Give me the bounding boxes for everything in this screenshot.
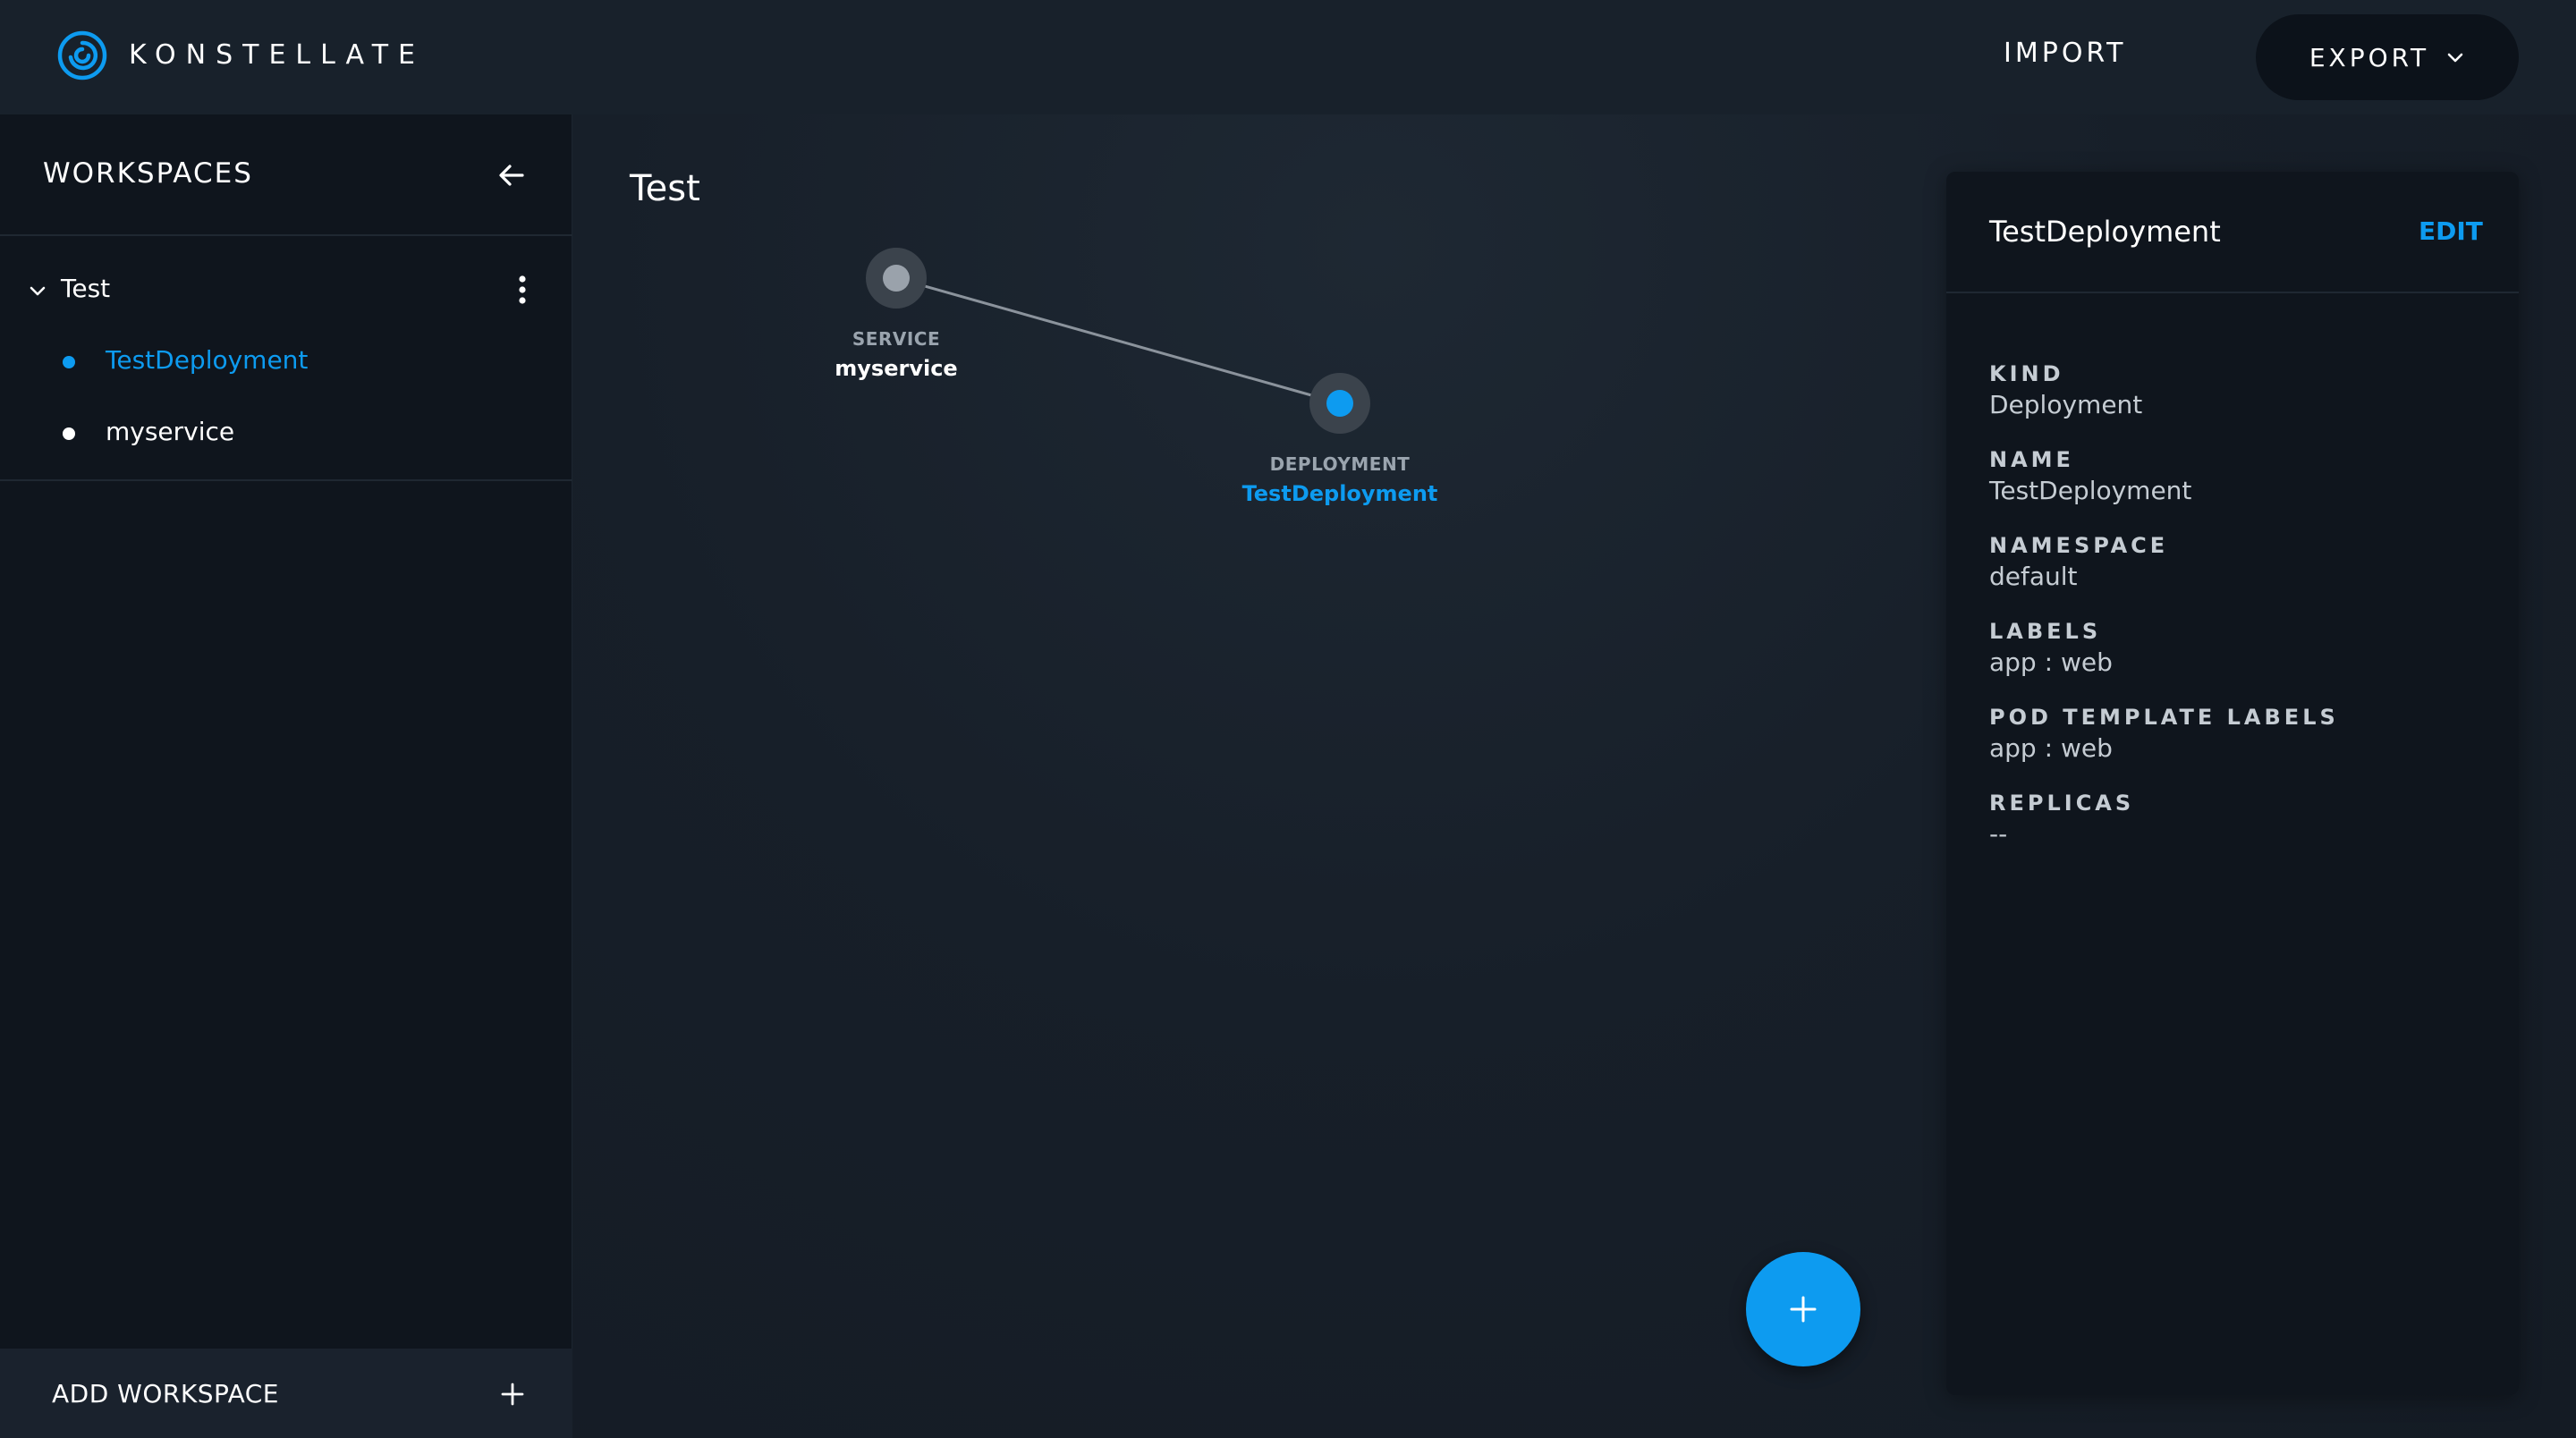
add-workspace-button[interactable]: ADD WORKSPACE: [0, 1349, 572, 1438]
graph-edge: [895, 276, 1341, 405]
details-title: TestDeployment: [1989, 215, 2221, 249]
property-kind: KIND Deployment: [1989, 361, 2142, 419]
node-deployment-testdeployment[interactable]: DEPLOYMENT TestDeployment: [1242, 373, 1438, 506]
resource-label: myservice: [106, 417, 235, 446]
resource-details-panel: TestDeployment EDIT KIND Deployment NAME…: [1946, 172, 2519, 1395]
property-replicas: REPLICAS --: [1989, 791, 2134, 849]
dot-icon: [63, 427, 75, 440]
property-key: REPLICAS: [1989, 791, 2135, 816]
plus-icon: [501, 1383, 524, 1406]
selected-dot-icon: [63, 356, 75, 368]
resource-item-testdeployment[interactable]: TestDeployment: [0, 334, 572, 388]
property-value: app : web: [1989, 647, 2113, 677]
konstellate-logo-icon: [57, 30, 107, 80]
sidebar-title: WORKSPACES: [43, 157, 253, 190]
add-resource-button[interactable]: [1746, 1252, 1860, 1366]
workspaces-sidebar: WORKSPACES Test TestDeployment myservice…: [0, 114, 572, 1438]
property-value: --: [1989, 819, 2008, 849]
node-service-myservice[interactable]: SERVICE myservice: [835, 248, 958, 381]
workspace-item-test[interactable]: Test: [0, 263, 572, 317]
property-value: default: [1989, 562, 2078, 591]
property-key: NAME: [1989, 447, 2074, 472]
property-namespace: NAMESPACE default: [1989, 533, 2168, 591]
node-dot[interactable]: [1326, 390, 1353, 417]
property-pod-template-labels: POD TEMPLATE LABELS app : web: [1989, 705, 2339, 763]
more-vertical-icon[interactable]: [510, 272, 535, 308]
sidebar-divider: [0, 479, 572, 481]
plus-icon: [1790, 1296, 1817, 1323]
export-button-label: EXPORT: [2309, 42, 2430, 72]
details-header: TestDeployment EDIT: [1946, 172, 2519, 293]
brand-name: KONSTELLATE: [129, 39, 425, 71]
chevron-down-icon: [2447, 53, 2463, 63]
arrow-left-icon[interactable]: [494, 157, 530, 193]
property-value: Deployment: [1989, 390, 2143, 419]
node-dot[interactable]: [883, 265, 910, 292]
export-button[interactable]: EXPORT: [2256, 14, 2519, 100]
property-labels: LABELS app : web: [1989, 619, 2113, 677]
node-type-label: SERVICE: [852, 328, 940, 350]
property-value: app : web: [1989, 733, 2113, 763]
property-name: NAME TestDeployment: [1989, 447, 2191, 505]
property-key: KIND: [1989, 361, 2064, 386]
chevron-down-icon[interactable]: [27, 281, 48, 302]
sidebar-header: WORKSPACES: [0, 114, 572, 236]
workspace-name: Test: [61, 274, 111, 303]
import-button[interactable]: IMPORT: [2004, 38, 2126, 69]
property-value: TestDeployment: [1989, 476, 2192, 505]
node-name-label: myservice: [835, 356, 957, 381]
node-type-label: DEPLOYMENT: [1270, 453, 1411, 475]
property-key: NAMESPACE: [1989, 533, 2169, 558]
app-header: KONSTELLATE IMPORT EXPORT: [0, 0, 2576, 114]
property-key: LABELS: [1989, 619, 2102, 644]
node-name-label: TestDeployment: [1242, 481, 1438, 506]
resource-item-myservice[interactable]: myservice: [0, 406, 572, 460]
add-workspace-label: ADD WORKSPACE: [52, 1379, 279, 1408]
property-key: POD TEMPLATE LABELS: [1989, 705, 2339, 730]
resource-label: TestDeployment: [106, 345, 309, 375]
edit-button[interactable]: EDIT: [2419, 216, 2483, 246]
